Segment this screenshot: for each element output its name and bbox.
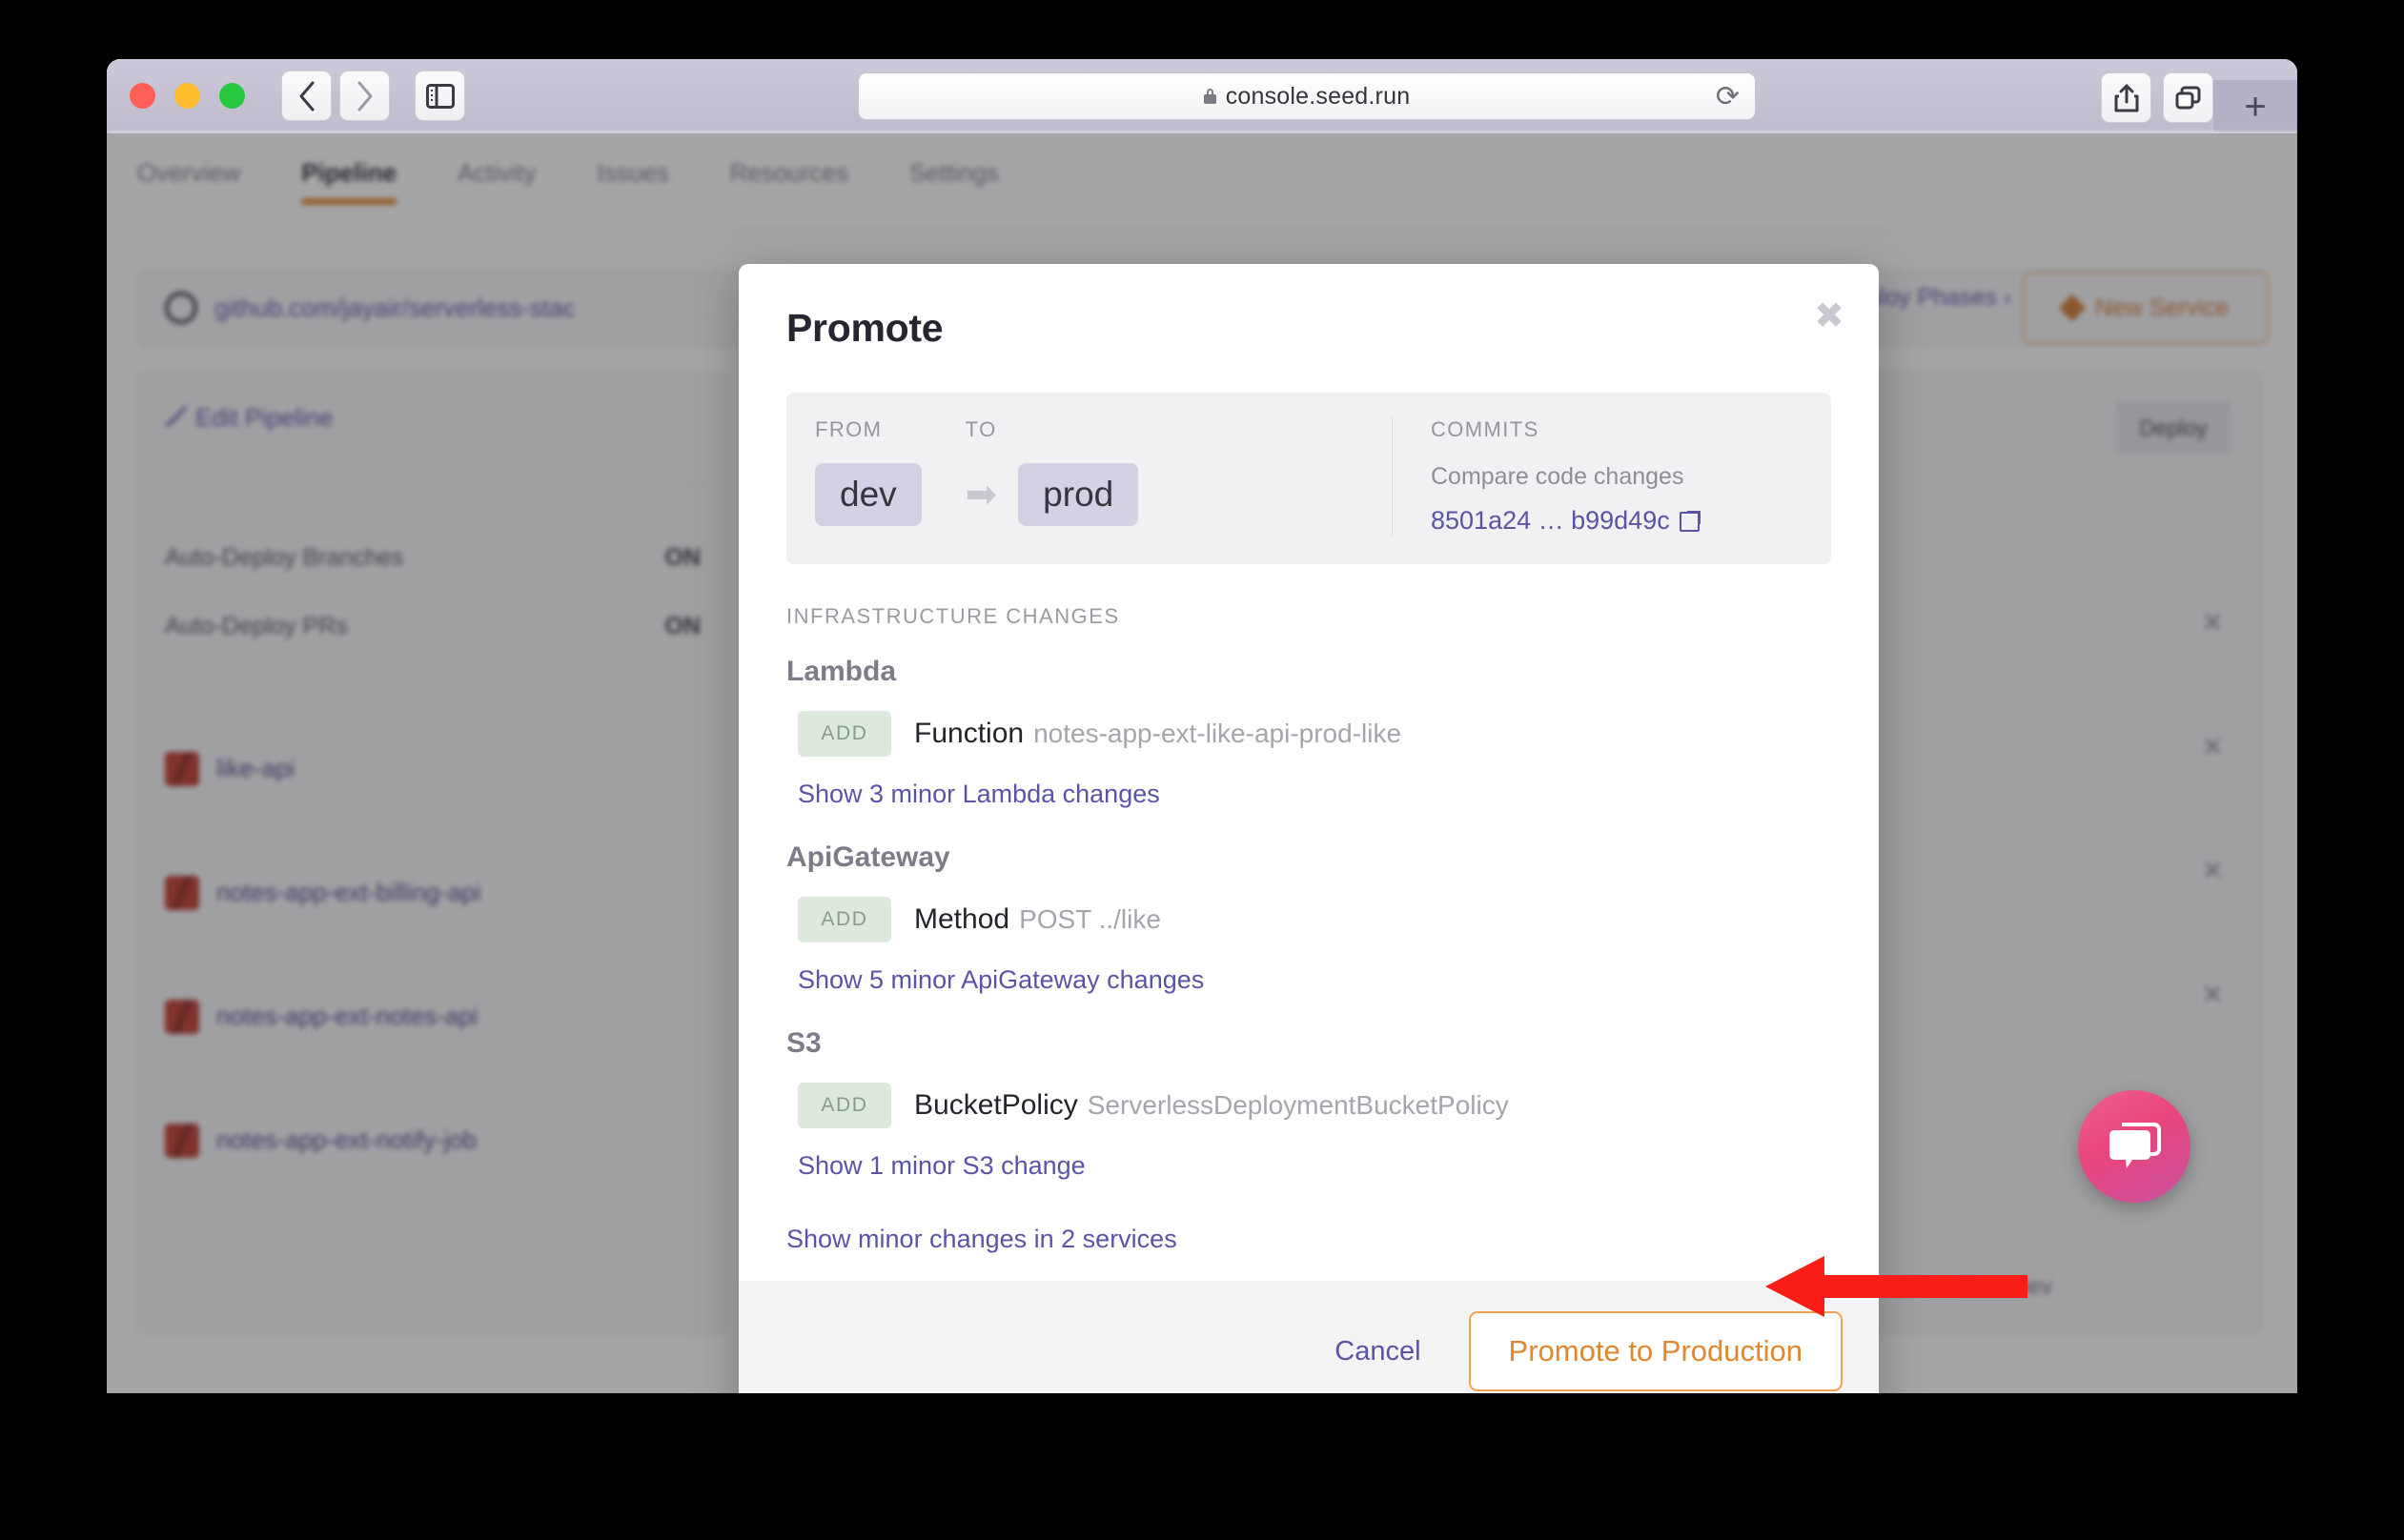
status-badge: ADD [798,1083,891,1128]
share-icon [2114,84,2138,111]
tab-overview-button[interactable] [2163,72,2213,123]
change-type: Method [914,903,1010,935]
back-button[interactable] [281,71,332,121]
chevron-right-icon [357,81,372,111]
change-row: ADD BucketPolicy ServerlessDeploymentBuck… [798,1083,1831,1128]
to-label: To [965,417,997,441]
compare-text: Compare code changes [1431,463,1684,490]
chevron-left-icon [299,81,314,111]
show-minor-services-link[interactable]: Show minor changes in 2 services [786,1225,1177,1254]
maximize-window-button[interactable] [219,83,245,109]
browser-window: console.seed.run ⟳ + Overview Pipeline A… [107,59,2297,1393]
status-badge: ADD [798,897,891,942]
new-tab-button[interactable]: + [2213,80,2297,133]
commit-range-text: 8501a24 … b99d49c [1431,506,1670,535]
to-stage-chip: prod [1018,463,1139,526]
group-title: S3 [786,1027,822,1059]
chat-bubble-icon [2109,1123,2161,1168]
promote-summary: From dev To ➡ prod Commi [786,393,1831,564]
tab-overview-icon [2175,86,2200,109]
forward-button[interactable] [339,71,390,121]
change-type: BucketPolicy [914,1089,1078,1121]
cancel-button[interactable]: Cancel [1321,1327,1434,1377]
navigation-buttons [281,71,390,121]
browser-actions [2101,72,2213,123]
status-badge: ADD [798,711,891,757]
change-resource: notes-app-ext-like-api-prod-like [1033,719,1402,748]
commits-label: Commits [1431,417,1539,441]
change-group-lambda: Lambda ADD Function notes-app-ext-like-ap… [786,656,1831,841]
from-stage-chip: dev [815,463,922,526]
change-type: Function [914,718,1025,749]
url-text: console.seed.run [1225,82,1411,110]
from-label: From [815,417,883,441]
show-minor-apigateway-link[interactable]: Show 5 minor ApiGateway changes [798,965,1204,995]
arrow-right-icon: ➡ [965,474,998,516]
annotation-arrow [1765,1256,2027,1317]
change-group-apigateway: ApiGateway ADD Method POST ../like Show 5… [786,841,1831,1027]
change-resource: POST ../like [1019,904,1161,934]
browser-titlebar: console.seed.run ⟳ + [107,59,2297,133]
page-title: Promote [786,306,944,350]
change-group-s3: S3 ADD BucketPolicy ServerlessDeploymentB… [786,1027,1831,1213]
group-title: Lambda [786,656,897,687]
change-row: ADD Method POST ../like [798,897,1831,942]
external-link-icon [1679,510,1701,532]
show-minor-lambda-link[interactable]: Show 3 minor Lambda changes [798,780,1160,809]
promote-dialog: Promote ✖ From dev To ➡ prod [739,264,1879,1393]
section-label: Infrastructure changes [786,604,1120,628]
address-bar[interactable]: console.seed.run ⟳ [858,72,1756,120]
lock-icon [1203,89,1216,104]
group-title: ApiGateway [786,841,950,873]
share-button[interactable] [2101,72,2151,123]
window-controls [130,83,245,109]
show-minor-s3-link[interactable]: Show 1 minor S3 change [798,1151,1086,1181]
promote-to-production-button[interactable]: Promote to Production [1468,1311,1843,1391]
reload-button[interactable]: ⟳ [1716,83,1740,111]
close-icon[interactable]: ✖ [1814,298,1844,334]
dialog-header: Promote ✖ [739,264,1879,351]
change-row: ADD Function notes-app-ext-like-api-prod-… [798,711,1831,757]
close-window-button[interactable] [130,83,155,109]
minimize-window-button[interactable] [174,83,200,109]
screenshot-stage: console.seed.run ⟳ + Overview Pipeline A… [0,0,2404,1540]
commit-range-link[interactable]: 8501a24 … b99d49c [1431,506,1803,536]
change-resource: ServerlessDeploymentBucketPolicy [1087,1090,1509,1120]
sidebar-toggle-button[interactable] [415,71,465,121]
chat-widget-button[interactable] [2078,1090,2190,1203]
infrastructure-changes-section: Infrastructure changes Lambda ADD Functi… [739,564,1879,1254]
sidebar-toggle-icon [425,83,455,109]
dialog-footer: Cancel Promote to Production [739,1281,1879,1393]
